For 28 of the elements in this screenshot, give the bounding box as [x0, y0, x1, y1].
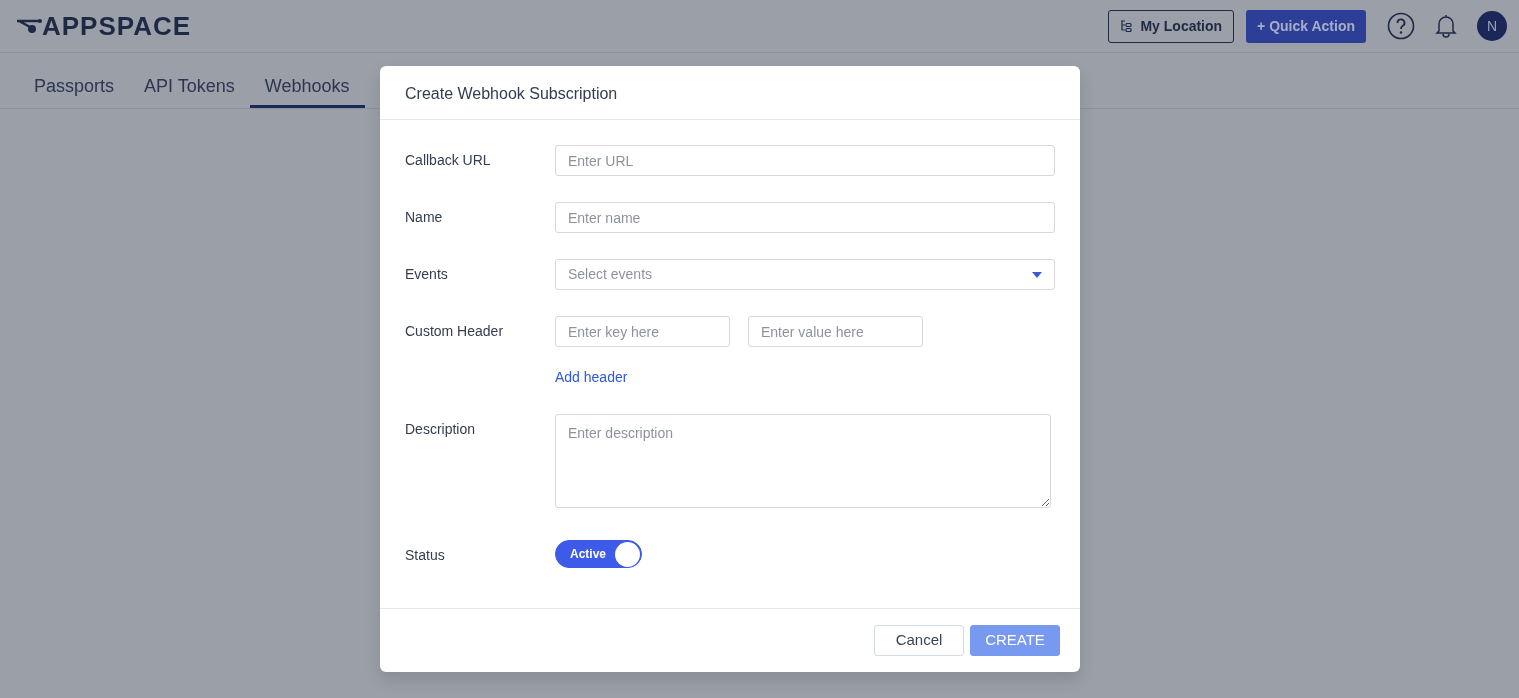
- location-button[interactable]: My Location: [1108, 9, 1235, 43]
- status-toggle[interactable]: Active: [555, 540, 642, 568]
- description-field[interactable]: Enter description: [555, 414, 1051, 508]
- user-avatar[interactable]: N: [1477, 11, 1507, 41]
- text-field[interactable]: Enter URL: [555, 145, 1055, 176]
- key-field[interactable]: Enter key here: [555, 316, 730, 347]
- value-field[interactable]: Enter value here: [748, 316, 923, 347]
- quick-action-button[interactable]: + Quick Action: [1246, 9, 1366, 43]
- text-field[interactable]: Enter name: [555, 202, 1055, 233]
- cancel-button[interactable]: Cancel: [874, 625, 964, 656]
- caret-icon: [1032, 271, 1042, 278]
- hierarchy-icon: [1120, 20, 1133, 32]
- add-header-link[interactable]: Add header: [555, 367, 628, 388]
- events-dropdown[interactable]: Select events: [555, 259, 1055, 290]
- field-label: Callback URL: [405, 151, 492, 170]
- help-icon[interactable]: [1387, 12, 1415, 40]
- tab[interactable]: Passports: [19, 53, 130, 108]
- logo-icon: [16, 18, 42, 34]
- notification-bell-icon[interactable]: [1435, 14, 1457, 38]
- field-label: Events: [405, 265, 449, 284]
- logo-text: APPSPACE: [42, 9, 192, 43]
- tab[interactable]: Webhooks: [249, 53, 365, 108]
- field-label: Name: [405, 208, 444, 227]
- tab[interactable]: API Tokens: [129, 53, 250, 108]
- dialog-title: Create Webhook Subscription: [380, 66, 1080, 120]
- field-label: Description: [405, 420, 477, 439]
- field-label: Custom Header: [405, 322, 505, 341]
- field-label: Status: [405, 546, 446, 565]
